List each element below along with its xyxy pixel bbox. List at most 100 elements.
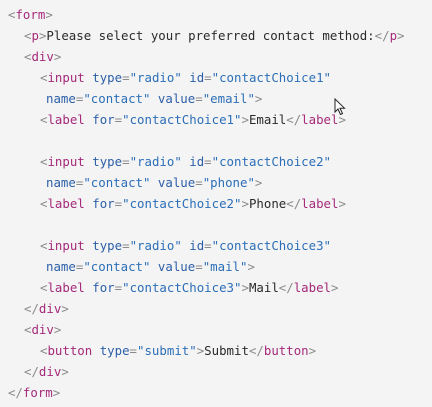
code-token-str: "contactChoice3" (122, 280, 242, 295)
code-token-punct: = (114, 112, 123, 127)
code-token-punct: = (195, 175, 203, 190)
code-token-tag: p (389, 28, 398, 43)
code-line: <div> (0, 319, 432, 340)
mouse-pointer-icon (334, 98, 346, 116)
code-line: </form> (0, 382, 432, 403)
code-token-punct: > (241, 112, 249, 127)
code-token-punct: </ (278, 280, 294, 295)
code-token-tag: form (15, 7, 46, 22)
code-token-tag: label (47, 280, 85, 295)
code-token-punct: > (338, 196, 346, 211)
code-token-attr: id (189, 154, 205, 169)
code-token-tag: div (31, 49, 54, 64)
code-token-attr: type (92, 70, 123, 85)
code-token-punct: = (195, 259, 203, 274)
code-token-str: "contactChoice2" (211, 154, 331, 169)
code-token-punct: > (254, 91, 263, 106)
code-token-attr: for (92, 196, 115, 211)
code-line: <input type="radio" id="contactChoice2" (0, 151, 432, 172)
code-token-attr: name (46, 91, 76, 106)
code-token-punct: </ (248, 343, 264, 358)
code-token-text: Submit (204, 343, 249, 358)
code-token-punct: = (114, 196, 123, 211)
code-token-tag: div (38, 364, 62, 379)
code-token-tag: input (47, 70, 85, 85)
code-token-punct: > (61, 364, 69, 379)
code-line: </div> (0, 298, 432, 319)
code-token-punct: = (204, 70, 212, 85)
code-token-punct: = (204, 154, 212, 169)
code-line: <label for="contactChoice2">Phone</label… (0, 193, 432, 214)
code-token-punct: </ (8, 385, 23, 400)
code-token-punct: </ (374, 28, 390, 43)
code-token-tag: label (293, 280, 332, 295)
code-token-attr: type (99, 343, 130, 358)
code-token-punct: = (122, 154, 130, 169)
code-token-punct: = (129, 343, 138, 358)
code-token-str: "radio" (129, 70, 182, 85)
code-token-attr: type (92, 238, 123, 253)
code-token-punct: > (53, 49, 62, 64)
code-token-str: "phone" (202, 175, 255, 190)
code-token-attr: for (92, 280, 115, 295)
code-token-tag: div (31, 322, 54, 337)
code-token-punct: > (61, 301, 69, 316)
code-token-str: "email" (202, 91, 255, 106)
code-token-punct: </ (24, 364, 39, 379)
code-token-tag: button (263, 343, 309, 358)
code-token-punct: > (241, 196, 249, 211)
code-line: </div> (0, 361, 432, 382)
code-line: <input type="radio" id="contactChoice1" (0, 67, 432, 88)
code-line: <div> (0, 46, 432, 67)
code-token-attr: type (92, 154, 123, 169)
code-token-punct: = (204, 238, 212, 253)
code-token-punct: = (114, 280, 123, 295)
code-line: <p>Please select your preferred contact … (0, 25, 432, 46)
code-token-str: "radio" (129, 238, 182, 253)
code-token-str: "radio" (129, 154, 182, 169)
code-token-str: "contactChoice3" (211, 238, 331, 253)
code-token-tag: input (47, 238, 85, 253)
code-line: <label for="contactChoice3">Mail</label> (0, 277, 432, 298)
code-token-punct: > (53, 322, 62, 337)
code-token-punct: </ (286, 112, 302, 127)
code-token-punct: = (195, 91, 203, 106)
code-token-punct: = (122, 238, 130, 253)
code-token-punct: = (122, 70, 130, 85)
code-token-str: "contact" (83, 259, 151, 274)
code-line: <button type="submit">Submit</button> (0, 340, 432, 361)
code-token-tag: label (47, 196, 85, 211)
code-token-text: Phone (248, 196, 287, 211)
code-token-tag: p (31, 28, 39, 43)
code-token-text: Email (248, 112, 287, 127)
code-block: <form> <p>Please select your preferred co… (0, 0, 432, 407)
code-token-str: "mail" (202, 259, 248, 274)
code-token-str: "contactChoice1" (211, 70, 331, 85)
code-line: name="contact" value="email"> (0, 88, 432, 109)
code-token-punct: > (254, 175, 263, 190)
code-token-punct: </ (286, 196, 302, 211)
code-token-tag: label (301, 196, 339, 211)
code-token-punct: > (45, 7, 53, 22)
code-line: name="contact" value="mail"> (0, 256, 432, 277)
code-token-tag: label (47, 112, 85, 127)
code-token-punct: > (241, 280, 249, 295)
code-token-punct: > (52, 385, 61, 400)
code-token-punct: > (308, 343, 317, 358)
code-token-attr: id (189, 238, 205, 253)
code-token-tag: form (22, 385, 53, 400)
code-token-str: "contact" (83, 91, 151, 106)
code-token-text: Please select your preferred contact met… (46, 28, 375, 43)
code-line: <label for="contactChoice1">Email</label… (0, 109, 432, 130)
code-token-str: "contactChoice2" (122, 196, 242, 211)
code-token-punct: > (397, 28, 405, 43)
code-token-tag: div (38, 301, 62, 316)
code-token-attr: id (189, 70, 205, 85)
code-token-str: "contact" (83, 175, 151, 190)
